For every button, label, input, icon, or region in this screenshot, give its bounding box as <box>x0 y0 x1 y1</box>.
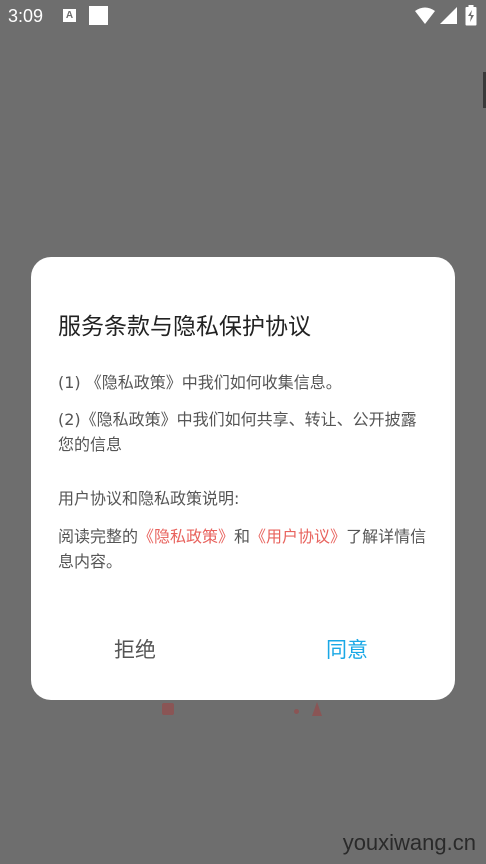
status-time: 3:09 <box>8 6 44 26</box>
notification-a-icon: A <box>63 9 76 22</box>
policy-point-collect: (1) 《隐私政策》中我们如何收集信息。 <box>58 373 342 392</box>
signal-icon <box>440 7 457 28</box>
background-decoration <box>312 702 322 716</box>
wifi-icon <box>415 7 435 28</box>
notice-prefix: 阅读完整的 <box>58 527 139 546</box>
notification-square-icon <box>89 6 108 25</box>
privacy-agreement-dialog: 服务条款与隐私保护协议 (1) 《隐私政策》中我们如何收集信息。 (2)《隐私政… <box>31 257 455 700</box>
background-decoration <box>162 703 174 715</box>
reject-button[interactable]: 拒绝 <box>114 634 156 664</box>
privacy-policy-link[interactable]: 《隐私政策》 <box>138 527 234 546</box>
dialog-title: 服务条款与隐私保护协议 <box>58 314 311 340</box>
user-agreement-link[interactable]: 《用户协议》 <box>250 527 346 546</box>
notice-and: 和 <box>234 527 251 546</box>
status-bar: 3:09 A <box>0 0 486 34</box>
battery-icon <box>465 5 477 30</box>
agreement-explanation-heading: 用户协议和隐私政策说明: <box>58 489 240 508</box>
background-decoration <box>294 709 299 714</box>
agreement-read-notice: 阅读完整的《隐私政策》和《用户协议》了解详情信息内容。 <box>58 524 430 574</box>
watermark: youxiwang.cn <box>342 830 476 855</box>
policy-point-share: (2)《隐私政策》中我们如何共享、转让、公开披露您的信息 <box>58 410 417 454</box>
agree-button[interactable]: 同意 <box>326 634 368 664</box>
